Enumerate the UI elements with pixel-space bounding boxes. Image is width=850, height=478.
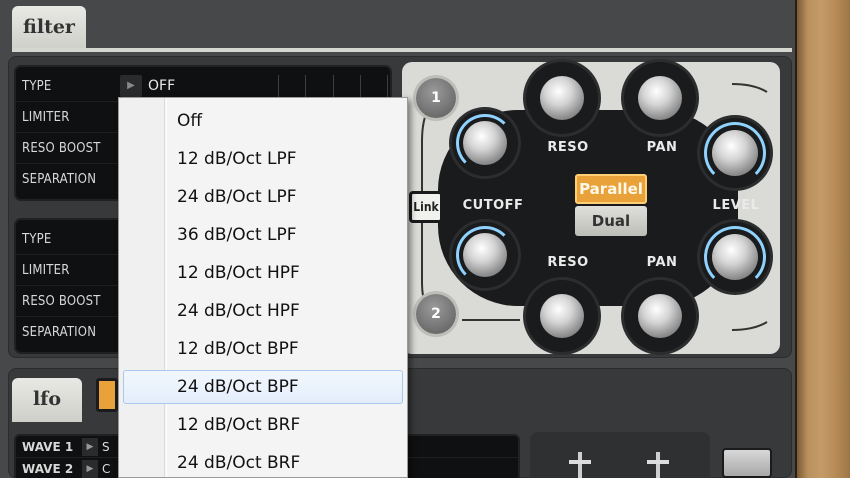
pan1-knob[interactable] bbox=[638, 76, 682, 120]
link-button[interactable]: Link bbox=[409, 191, 443, 223]
level-label: LEVEL bbox=[712, 198, 760, 213]
level1-knob[interactable] bbox=[712, 130, 758, 176]
wood-side-panel bbox=[795, 0, 850, 478]
synth-panel: filter TYPE ▶ OFF LIMITER RESO BOOST SEP… bbox=[0, 0, 795, 478]
reso2-knob[interactable] bbox=[540, 294, 584, 338]
filter1-limiter-label: LIMITER bbox=[22, 109, 70, 125]
lfo-slider-2-cap[interactable] bbox=[647, 460, 669, 464]
filter-tab[interactable]: filter bbox=[12, 6, 86, 50]
level2-knob[interactable] bbox=[712, 234, 758, 280]
lfo-slider-1[interactable] bbox=[578, 452, 582, 478]
wave2-value[interactable]: C bbox=[98, 462, 110, 476]
dropdown-option[interactable]: Off bbox=[123, 104, 403, 138]
filter-type-dropdown: Off 12 dB/Oct LPF 24 dB/Oct LPF 36 dB/Oc… bbox=[118, 97, 408, 478]
filter2-type-label: TYPE bbox=[22, 231, 52, 247]
filter-tab-underline bbox=[12, 48, 792, 52]
dropdown-option[interactable]: 36 dB/Oct LPF bbox=[123, 218, 403, 252]
wave1-label: WAVE 1 bbox=[22, 439, 74, 454]
lfo-side-control[interactable] bbox=[722, 448, 772, 478]
filter-mode-selector: Parallel Dual bbox=[571, 170, 651, 242]
filter2-reso-boost-label: RESO BOOST bbox=[22, 293, 101, 309]
dropdown-option[interactable]: 12 dB/Oct BRF bbox=[123, 408, 403, 442]
dropdown-option[interactable]: 24 dB/Oct BRF bbox=[123, 446, 403, 478]
filter1-type-label: TYPE bbox=[22, 78, 52, 94]
dropdown-option[interactable]: 12 dB/Oct BPF bbox=[123, 332, 403, 366]
filter2-limiter-label: LIMITER bbox=[22, 262, 70, 278]
lfo-slider-1-cap[interactable] bbox=[569, 460, 591, 464]
dropdown-option[interactable]: 24 dB/Oct LPF bbox=[123, 180, 403, 214]
play-arrow-icon[interactable]: ▶ bbox=[120, 75, 142, 97]
dropdown-option-highlighted[interactable]: 24 dB/Oct BPF bbox=[123, 370, 403, 404]
cutoff-label: CUTOFF bbox=[462, 198, 524, 213]
pan1-label: PAN bbox=[646, 140, 678, 155]
cutoff2-knob[interactable] bbox=[463, 233, 507, 277]
cutoff1-knob[interactable] bbox=[463, 121, 507, 165]
lfo-toggle[interactable] bbox=[96, 378, 118, 412]
reso2-label: RESO bbox=[547, 255, 589, 270]
filter1-type-value[interactable]: OFF bbox=[142, 78, 175, 94]
dual-button[interactable]: Dual bbox=[575, 206, 647, 236]
pan2-label: PAN bbox=[646, 255, 678, 270]
wave1-value[interactable]: S bbox=[98, 440, 110, 454]
filter2-badge[interactable]: 2 bbox=[416, 294, 456, 334]
value-ticks bbox=[278, 75, 388, 97]
dropdown-option[interactable]: 12 dB/Oct HPF bbox=[123, 256, 403, 290]
parallel-button[interactable]: Parallel bbox=[575, 174, 647, 204]
dropdown-option[interactable]: 24 dB/Oct HPF bbox=[123, 294, 403, 328]
lfo-tab[interactable]: lfo bbox=[12, 378, 82, 422]
reso1-label: RESO bbox=[547, 140, 589, 155]
lfo-slider-panel bbox=[530, 432, 710, 478]
filter1-separation-label: SEPARATION bbox=[22, 172, 97, 187]
filter1-badge[interactable]: 1 bbox=[416, 78, 456, 118]
reso1-knob[interactable] bbox=[540, 76, 584, 120]
lfo-slider-2[interactable] bbox=[656, 452, 660, 478]
dropdown-option[interactable]: 12 dB/Oct LPF bbox=[123, 142, 403, 176]
play-arrow-icon[interactable]: ▶ bbox=[82, 437, 98, 456]
pan2-knob[interactable] bbox=[638, 294, 682, 338]
play-arrow-icon[interactable]: ▶ bbox=[82, 460, 98, 478]
filter1-reso-boost-label: RESO BOOST bbox=[22, 140, 101, 156]
wave2-label: WAVE 2 bbox=[22, 462, 74, 476]
filter2-separation-label: SEPARATION bbox=[22, 325, 97, 340]
